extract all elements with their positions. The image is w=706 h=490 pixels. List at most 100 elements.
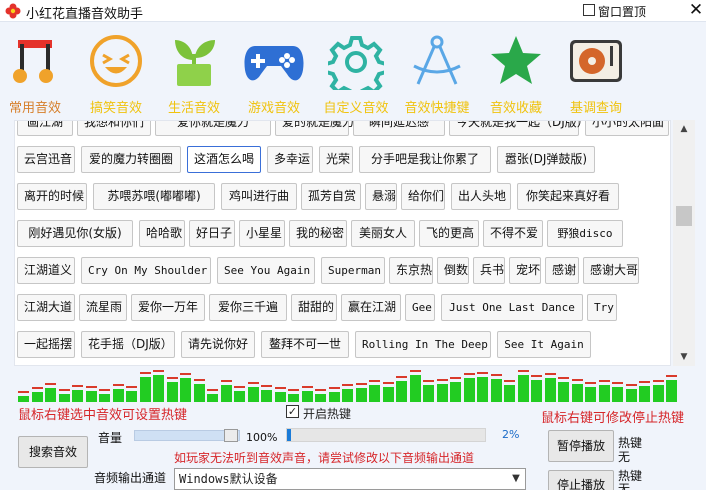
sound-button[interactable]: 宠坏	[509, 257, 541, 284]
nav-hotkeys[interactable]: 音效快捷键	[396, 24, 478, 120]
sound-button[interactable]: 我想和你们	[77, 121, 151, 136]
sound-button[interactable]: 鳌拜不可一世	[261, 331, 349, 358]
sound-button[interactable]: 苏喂苏喂(嘟嘟嘟)	[93, 183, 215, 210]
spectrum-peak	[383, 382, 394, 384]
sound-button[interactable]: 鸡叫进行曲	[221, 183, 297, 210]
sound-button[interactable]: 兵书	[473, 257, 505, 284]
stop-playback-button[interactable]: 停止播放	[548, 470, 614, 490]
spectrum-bar	[450, 382, 461, 402]
scroll-down-arrow-icon[interactable]: ▼	[673, 348, 695, 366]
sound-button[interactable]: 赢在江湖	[341, 294, 401, 321]
stop-hotkey-value: 无	[618, 482, 631, 490]
volume-value: 100%	[246, 431, 278, 444]
sound-button[interactable]: 爱你就是魔力	[155, 121, 271, 136]
sound-button[interactable]: Gee	[405, 294, 435, 321]
sound-button[interactable]: 不得不爱	[483, 220, 543, 247]
sound-button[interactable]: 野狼disco	[547, 220, 623, 247]
pause-playback-button[interactable]: 暂停播放	[548, 430, 614, 462]
pause-hotkey-value: 无	[618, 450, 631, 464]
spectrum-peak	[315, 389, 326, 391]
sound-button[interactable]: 出人头地	[451, 183, 511, 210]
sound-button[interactable]: Just One Last Dance	[441, 294, 583, 321]
close-button[interactable]: ✕	[686, 0, 706, 20]
spectrum-bar	[585, 387, 596, 402]
sound-button[interactable]: 感谢	[545, 257, 579, 284]
sound-button[interactable]: 给你们	[401, 183, 445, 210]
sound-button[interactable]: See You Again	[217, 257, 315, 284]
sound-button[interactable]: 孤芳自赏	[301, 183, 361, 210]
sound-button[interactable]: 江湖道义	[17, 257, 75, 284]
sound-button[interactable]: Rolling In The Deep	[355, 331, 491, 358]
sound-button[interactable]: 爱你三千遍	[209, 294, 287, 321]
spectrum-bar	[72, 390, 83, 402]
sound-button[interactable]: Cry On My Shoulder	[81, 257, 211, 284]
chevron-down-icon[interactable]: ▼	[508, 470, 524, 488]
nav-common-sounds[interactable]: 常用音效	[0, 24, 76, 120]
sound-button[interactable]: 悬溺	[365, 183, 397, 210]
nav-key-lookup[interactable]: 基调查询	[555, 24, 637, 120]
sound-button-selected[interactable]: 这酒怎么喝	[187, 146, 261, 173]
search-sound-button[interactable]: 搜索音效	[18, 436, 88, 468]
spectrum-peak	[140, 372, 151, 374]
sound-button[interactable]: 一起摇摆	[17, 331, 75, 358]
enable-hotkey-checkbox[interactable]: ✓	[286, 405, 299, 418]
pin-on-top-checkbox[interactable]	[583, 4, 595, 16]
nav-funny-sounds[interactable]: 搞笑音效	[75, 24, 157, 120]
sound-button[interactable]: 云宫迅音	[17, 146, 75, 173]
sound-button[interactable]: 爱的就是魔力秀	[275, 121, 366, 136]
sound-button[interactable]: 嚣张(DJ弹鼓版)	[497, 146, 595, 173]
sound-button[interactable]: 分手吧是我让你累了	[359, 146, 491, 173]
sound-button[interactable]: 画江湖	[17, 121, 73, 136]
spectrum-peak	[356, 383, 367, 385]
sound-button[interactable]: 江湖大道	[17, 294, 75, 321]
enable-hotkey-label[interactable]: 开启热键	[303, 405, 351, 422]
sound-button[interactable]: 你笑起来真好看	[517, 183, 619, 210]
output-channel-select[interactable]: Windows默认设备	[174, 468, 526, 490]
sound-button[interactable]: 爱你一万年	[131, 294, 205, 321]
sound-button[interactable]: Try	[587, 294, 617, 321]
nav-custom-sounds[interactable]: 自定义音效	[315, 24, 397, 120]
sound-button[interactable]: 甜甜的	[291, 294, 337, 321]
sound-button[interactable]: See It Again	[497, 331, 591, 358]
spectrum-bar	[545, 378, 556, 402]
sound-button[interactable]: 哈哈歌	[139, 220, 185, 247]
sound-button[interactable]: 飞的更高	[419, 220, 479, 247]
sound-button[interactable]: 好日子	[189, 220, 235, 247]
sound-button[interactable]: 我的秘密	[289, 220, 347, 247]
output-channel-warning: 如玩家无法听到音效声音，请尝试修改以下音频输出通道	[174, 451, 475, 465]
sound-button[interactable]: Superman	[321, 257, 385, 284]
sound-button[interactable]: 离开的时候	[17, 183, 87, 210]
scroll-up-arrow-icon[interactable]: ▲	[673, 120, 695, 138]
sound-button[interactable]: 小小的太阳面	[585, 121, 669, 136]
sound-button[interactable]: 光荣	[319, 146, 353, 173]
scroll-thumb[interactable]	[676, 206, 692, 226]
sound-button[interactable]: 花手摇（DJ版）	[81, 331, 175, 358]
spectrum-bar	[140, 377, 151, 402]
sound-button[interactable]: 刚好遇见你(女版)	[17, 220, 133, 247]
spectrum-bar	[639, 386, 650, 402]
sound-button[interactable]: 小星星	[239, 220, 285, 247]
playback-progress-value: 2%	[502, 428, 520, 441]
gamepad-icon	[244, 46, 304, 81]
pin-on-top-label[interactable]: 窗口置顶	[598, 3, 646, 20]
sound-button[interactable]: 美丽女人	[351, 220, 415, 247]
playback-progress-track[interactable]	[286, 428, 486, 442]
sound-button[interactable]: 瞬间延迟感	[353, 121, 445, 136]
sound-button[interactable]: 多幸运	[267, 146, 313, 173]
sound-button[interactable]: 东京热	[389, 257, 433, 284]
spectrum-peak	[113, 384, 124, 386]
sound-button[interactable]: 请先说你好	[181, 331, 255, 358]
spectrum-bar	[666, 380, 677, 402]
sound-button[interactable]: 爱的魔力转圈圈	[81, 146, 181, 173]
spectrum-bar	[437, 384, 448, 402]
nav-favorites[interactable]: 音效收藏	[475, 24, 557, 120]
volume-slider-handle[interactable]	[224, 429, 238, 442]
sound-button[interactable]: 倒数	[437, 257, 469, 284]
sound-button[interactable]: 今天就是我一起（DJ版）	[449, 121, 589, 136]
spectrum-peak	[572, 379, 583, 381]
nav-game-sounds[interactable]: 游戏音效	[233, 24, 315, 120]
nav-life-sounds[interactable]: 生活音效	[153, 24, 235, 120]
sound-button[interactable]: 流星雨	[79, 294, 127, 321]
sound-list-scrollbar[interactable]: ▲ ▼	[673, 120, 695, 366]
sound-button[interactable]: 感谢大哥	[583, 257, 639, 284]
